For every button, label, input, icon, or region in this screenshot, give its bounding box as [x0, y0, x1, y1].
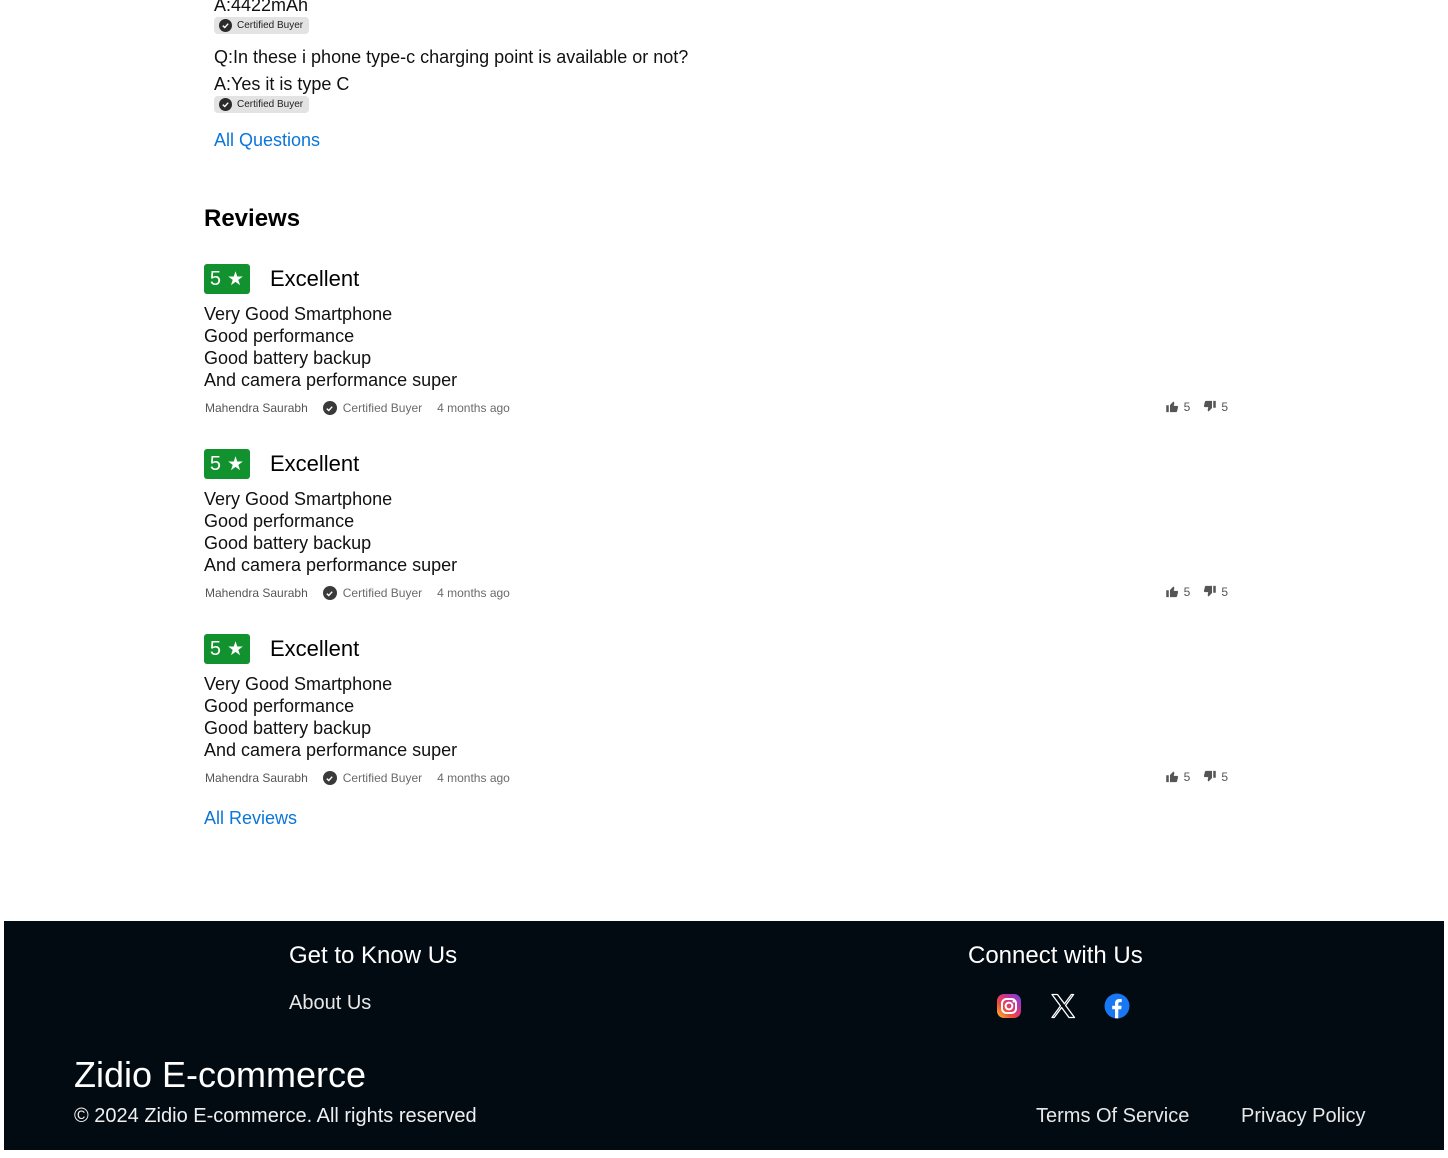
review-time: 4 months ago — [437, 401, 510, 415]
review-votes: 5 5 — [1165, 769, 1228, 784]
check-circle-icon — [322, 586, 337, 600]
all-reviews-link[interactable]: All Reviews — [204, 808, 297, 829]
review-body: Very Good Smartphone Good performance Go… — [204, 304, 458, 390]
review-card: 5 ★ Excellent Very Good Smartphone Good p… — [204, 264, 1228, 417]
review-headline: Excellent — [270, 636, 360, 661]
certified-buyer-label: Certified Buyer — [342, 771, 423, 785]
thumbs-up-icon — [1165, 771, 1178, 783]
reviews-heading: Reviews — [204, 205, 301, 232]
about-us-link[interactable]: About Us — [289, 992, 371, 1015]
certified-badge-label: Certified Buyer — [237, 99, 304, 110]
dislike-button[interactable]: 5 — [1202, 584, 1228, 599]
certified-badge: Certified Buyer — [214, 17, 688, 35]
like-button[interactable]: 5 — [1165, 584, 1190, 599]
review-card: 5 ★ Excellent Very Good Smartphone Good p… — [204, 634, 1228, 787]
review-card: 5 ★ Excellent Very Good Smartphone Good p… — [204, 449, 1228, 602]
like-button[interactable]: 5 — [1165, 399, 1190, 414]
review-author: Mahendra Saurabh — [205, 586, 308, 600]
star-icon: ★ — [227, 638, 245, 660]
copyright-text: © 2024 Zidio E-commerce. All rights rese… — [74, 1105, 477, 1127]
answer-text: A:Yes it is type C — [214, 74, 350, 94]
dislike-button[interactable]: 5 — [1202, 399, 1228, 414]
rating-badge: 5 ★ — [204, 264, 250, 294]
star-icon: ★ — [227, 268, 245, 290]
review-body: Very Good Smartphone Good performance Go… — [204, 489, 458, 575]
thumbs-down-icon — [1204, 585, 1217, 597]
dislike-button[interactable]: 5 — [1202, 769, 1228, 784]
footer-brand: Zidio E-commerce — [74, 1054, 367, 1095]
certified-badge-label: Certified Buyer — [237, 20, 304, 31]
review-votes: 5 5 — [1165, 584, 1228, 599]
review-body: Very Good Smartphone Good performance Go… — [204, 674, 458, 760]
review-meta: Mahendra Saurabh Certified Buyer 4 month… — [204, 399, 1228, 417]
review-time: 4 months ago — [437, 771, 510, 785]
review-author: Mahendra Saurabh — [205, 771, 308, 785]
page: A:4422mAh Certified Buyer Q:In these i p… — [0, 0, 1448, 1158]
question-text: Q:In these i phone type-c charging point… — [214, 47, 689, 67]
thumbs-up-icon — [1165, 586, 1178, 598]
qa-section: A:4422mAh Certified Buyer Q:In these i p… — [214, 0, 688, 151]
thumbs-up-icon — [1165, 401, 1178, 413]
check-circle-icon — [322, 771, 337, 785]
instagram-icon[interactable] — [996, 993, 1022, 1019]
facebook-icon[interactable] — [1104, 993, 1130, 1019]
star-icon: ★ — [227, 453, 245, 475]
review-votes: 5 5 — [1165, 399, 1228, 414]
rating-badge: 5 ★ — [204, 449, 250, 479]
all-questions-link[interactable]: All Questions — [214, 130, 320, 151]
review-headline: Excellent — [270, 266, 360, 291]
privacy-policy-link[interactable]: Privacy Policy — [1241, 1105, 1365, 1128]
check-circle-icon — [219, 19, 232, 32]
certified-buyer-label: Certified Buyer — [342, 401, 423, 415]
site-footer: Get to Know Us About Us Connect with Us — [4, 921, 1444, 1150]
previous-answer: A:4422mAh — [214, 0, 309, 15]
like-button[interactable]: 5 — [1165, 769, 1190, 784]
review-time: 4 months ago — [437, 586, 510, 600]
check-circle-icon — [322, 401, 337, 415]
certified-badge: Certified Buyer — [214, 96, 688, 114]
thumbs-down-icon — [1204, 400, 1217, 412]
rating-badge: 5 ★ — [204, 634, 250, 664]
terms-of-service-link[interactable]: Terms Of Service — [1036, 1105, 1189, 1128]
thumbs-down-icon — [1204, 770, 1217, 782]
social-links — [996, 993, 1130, 1019]
footer-heading-know-us: Get to Know Us — [289, 942, 458, 969]
x-icon[interactable] — [1050, 993, 1076, 1019]
review-meta: Mahendra Saurabh Certified Buyer 4 month… — [204, 584, 1228, 602]
review-author: Mahendra Saurabh — [205, 401, 308, 415]
review-meta: Mahendra Saurabh Certified Buyer 4 month… — [204, 769, 1228, 787]
check-circle-icon — [219, 98, 232, 111]
certified-buyer-label: Certified Buyer — [342, 586, 423, 600]
review-headline: Excellent — [270, 451, 360, 476]
footer-heading-connect: Connect with Us — [968, 942, 1143, 969]
